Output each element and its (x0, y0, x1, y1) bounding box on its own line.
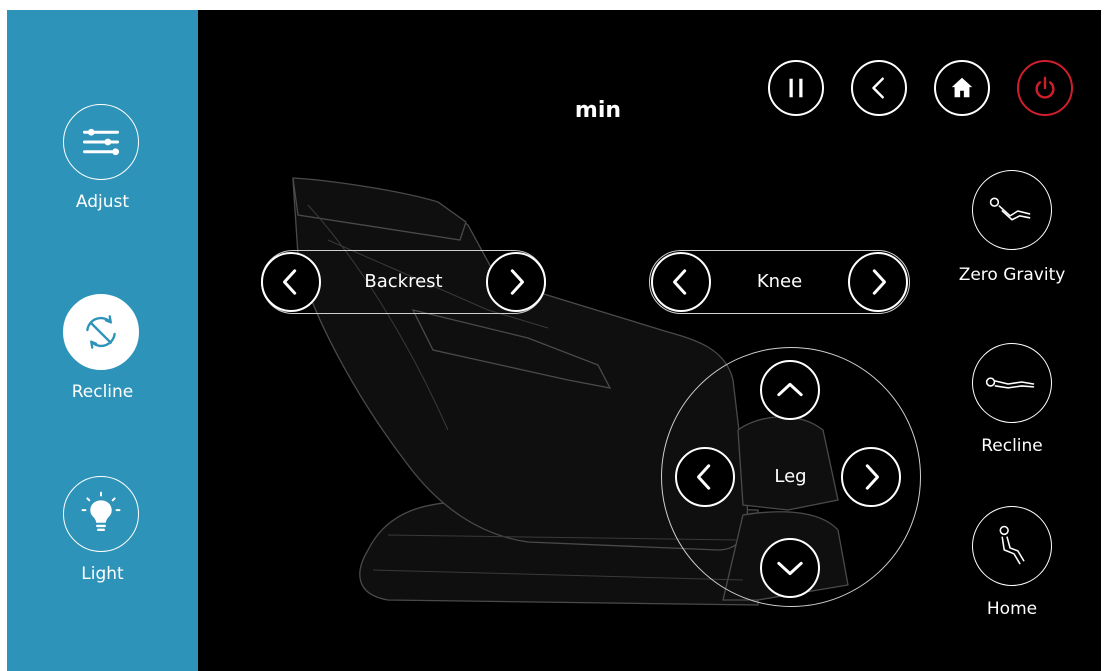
home-position-label: Home (986, 599, 1038, 619)
sidebar-item-label: Recline (71, 382, 134, 402)
app-frame: Adjust Recline Light min Backrest Knee L… (7, 10, 1101, 671)
zero-gravity-icon (989, 197, 1031, 221)
sidebar-item-label: Light (81, 564, 124, 584)
pause-icon (789, 78, 803, 98)
chevron-right-icon (872, 269, 887, 295)
chevron-left-icon (696, 464, 711, 490)
backrest-right-button[interactable] (486, 252, 546, 312)
recline-swap-icon (86, 315, 116, 349)
zero-gravity-label: Zero Gravity (958, 265, 1066, 285)
knee-right-button[interactable] (848, 252, 908, 312)
back-button[interactable] (851, 60, 907, 116)
sidebar-item-label: Adjust (75, 192, 130, 212)
lightbulb-icon (81, 491, 121, 532)
home-button[interactable] (934, 60, 990, 116)
chevron-left-icon (672, 269, 687, 295)
power-button[interactable] (1017, 60, 1073, 116)
backrest-left-button[interactable] (261, 252, 321, 312)
back-icon (872, 77, 884, 99)
leg-left-button[interactable] (675, 447, 735, 507)
leg-up-button[interactable] (760, 360, 820, 420)
recline-preset-label: Recline (981, 436, 1043, 456)
zero-gravity-button[interactable] (972, 170, 1052, 250)
recline-icon (985, 377, 1035, 389)
knee-left-button[interactable] (651, 252, 711, 312)
home-icon (951, 77, 973, 98)
chevron-left-icon (282, 269, 297, 295)
main-panel: min Backrest Knee Leg Zero Gravity Recli… (198, 10, 1101, 671)
pause-button[interactable] (768, 60, 824, 116)
recline-preset-button[interactable] (972, 343, 1052, 423)
leg-label: Leg (774, 466, 807, 487)
leg-down-button[interactable] (760, 538, 820, 598)
chevron-down-icon (777, 561, 803, 576)
sliders-icon (82, 128, 120, 156)
chevron-right-icon (510, 269, 525, 295)
chevron-up-icon (777, 382, 803, 397)
sidebar-item-adjust-circle[interactable] (63, 104, 139, 180)
chevron-right-icon (865, 464, 880, 490)
seated-home-icon (999, 525, 1025, 565)
sidebar-item-recline-circle[interactable] (63, 294, 139, 370)
leg-right-button[interactable] (841, 447, 901, 507)
page-title: min (574, 98, 622, 123)
home-position-button[interactable] (972, 506, 1052, 586)
power-icon (1035, 76, 1055, 99)
sidebar-item-light-circle[interactable] (63, 476, 139, 552)
sidebar: Adjust Recline Light (7, 10, 198, 671)
